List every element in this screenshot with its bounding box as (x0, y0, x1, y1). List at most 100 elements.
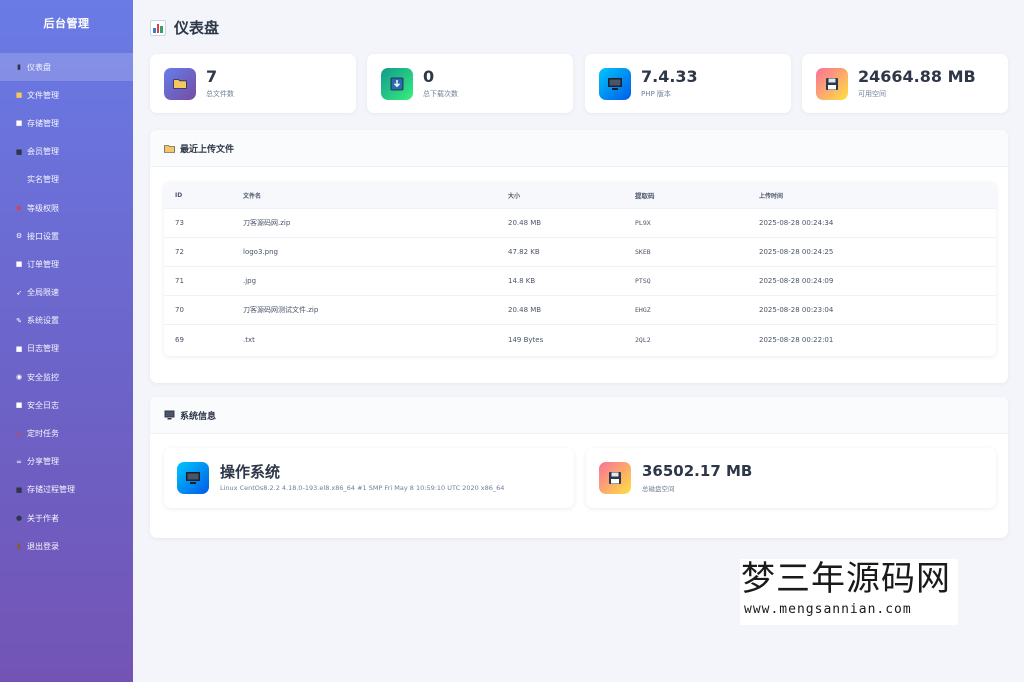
document-icon: ■ (15, 401, 23, 410)
stat-label: 总文件数 (206, 89, 234, 98)
table-cell: logo3.png (243, 248, 278, 256)
column-header: ID (175, 191, 183, 199)
floppy-disk-icon (599, 462, 631, 494)
table-cell: 2QL2 (635, 335, 651, 344)
page-title: 仪表盘 (150, 17, 219, 38)
bar-chart-icon (150, 19, 166, 36)
monitor-icon (599, 67, 631, 100)
sidebar-item-12[interactable]: ■ 安全日志 (0, 391, 133, 419)
sidebar-item-13[interactable]: ◷ 定时任务 (0, 419, 133, 447)
alarm-clock-icon: ◷ (15, 429, 23, 438)
sidebar-item-7[interactable]: ■ 订单管理 (0, 250, 133, 278)
sidebar-brand: 后台管理 (43, 17, 90, 30)
sidebar-item-8[interactable]: ➶ 全局限速 (0, 279, 133, 307)
watermark-title: 梦三年源码网 (741, 559, 951, 599)
table-cell: 14.8 KB (508, 277, 536, 285)
floppy-disk-icon (816, 67, 848, 100)
table-cell: 2025-08-28 00:24:34 (759, 219, 834, 227)
sidebar-item-label: 存储管理 (27, 118, 59, 128)
sidebar-item-label: 安全日志 (27, 400, 59, 410)
sidebar-item-11[interactable]: ◉ 安全监控 (0, 363, 133, 391)
table-cell: 69 (175, 335, 184, 344)
table-cell: 刀客源码网.zip (243, 219, 291, 227)
sidebar-item-label: 全局限速 (27, 288, 59, 298)
sidebar-item-9[interactable]: ✎ 系统设置 (0, 307, 133, 335)
author-icon: ● (15, 514, 23, 523)
table-row[interactable]: 70 刀客源码网测试文件.zip 20.48 MB EHGZ 2025-08-28 00… (164, 296, 996, 325)
shield-icon: ◆ (16, 204, 22, 213)
sidebar-item-4[interactable]: ✓ 实名管理 (0, 166, 133, 194)
table-cell: 2025-08-28 00:23:04 (759, 306, 834, 314)
table-cell: 刀客源码网测试文件.zip (243, 306, 319, 314)
sidebar-item-label: 安全监控 (27, 372, 59, 382)
stat-card: 24664.88 MB 可用空间 (802, 54, 1008, 113)
sidebar-item-label: 仪表盘 (27, 62, 51, 72)
sidebar-item-label: 退出登录 (27, 541, 59, 551)
computer-icon: ■ (15, 485, 23, 494)
sidebar-item-5[interactable]: ◆ 等级权限 (0, 194, 133, 222)
recent-files-title: 最近上传文件 (180, 144, 235, 155)
recent-files-panel: 最近上传文件 ID 文件名 大小 提取码 上传时间 73 刀客源码网.zip 20.48 M… (150, 130, 1008, 383)
sidebar-item-14[interactable]: ∞ 分享管理 (0, 448, 133, 476)
disk-info-card: 36502.17 MB 总磁盘空间 (586, 448, 996, 508)
watermark: 梦三年源码网 www.mengsannian.com (740, 559, 958, 625)
sidebar-item-1[interactable]: ■ 文件管理 (0, 81, 133, 109)
system-info-panel: 系统信息 操作系统 Linux CentOs8.2.2 4.18.0-193.e… (150, 397, 1008, 538)
page-title-text: 仪表盘 (174, 19, 220, 37)
folder-icon (164, 144, 175, 153)
link-icon: ∞ (16, 457, 22, 466)
sidebar-item-17[interactable]: ▮ 退出登录 (0, 532, 133, 560)
sidebar-item-label: 分享管理 (27, 457, 59, 467)
recent-files-header: 最近上传文件 (150, 130, 1008, 167)
sidebar-item-10[interactable]: ■ 日志管理 (0, 335, 133, 363)
storage-icon: ■ (15, 119, 23, 128)
table-cell: 71 (175, 277, 184, 285)
os-info-card: 操作系统 Linux CentOs8.2.2 4.18.0-193.el8.x8… (164, 448, 574, 508)
sidebar-item-0[interactable]: ▮ 仪表盘 (0, 53, 133, 82)
door-icon: ▮ (17, 542, 21, 551)
disk-total: 36502.17 MB (642, 461, 753, 480)
sidebar-item-label: 存储过程管理 (27, 485, 75, 495)
sidebar-item-label: 会员管理 (27, 147, 59, 157)
table-row[interactable]: 72 logo3.png 47.82 KB SKEB 2025-08-28 00:24:… (164, 238, 996, 267)
stat-value: 7 (206, 67, 218, 87)
watermark-url: www.mengsannian.com (744, 602, 912, 617)
sidebar-item-label: 接口设置 (27, 231, 59, 241)
table-row[interactable]: 73 刀客源码网.zip 20.48 MB PL9X 2025-08-28 00:24:… (164, 209, 996, 238)
column-header: 文件名 (243, 192, 262, 200)
table-cell: .jpg (243, 277, 257, 285)
sidebar-item-label: 关于作者 (27, 513, 59, 523)
table-cell: 2025-08-28 00:24:25 (759, 248, 834, 256)
column-header: 提取码 (635, 192, 655, 200)
disk-label: 总磁盘空间 (642, 485, 675, 494)
sidebar-item-label: 定时任务 (27, 429, 59, 439)
log-icon: ■ (15, 344, 23, 353)
table-row[interactable]: 71 .jpg 14.8 KB PTSQ 2025-08-28 00:24:09 (164, 267, 996, 296)
gear-icon: ⚙ (15, 232, 23, 241)
stat-value: 0 (423, 67, 435, 87)
stat-label: 总下载次数 (423, 89, 458, 98)
table-cell: 2025-08-28 00:24:09 (759, 277, 834, 285)
sidebar-item-label: 日志管理 (27, 344, 59, 354)
bar-chart-icon: ▮ (17, 63, 21, 72)
table-cell: 70 (175, 306, 184, 314)
table-row[interactable]: 69 .txt 149 Bytes 2QL2 2025-08-28 00:22:01 (164, 325, 996, 354)
sidebar-item-16[interactable]: ● 关于作者 (0, 504, 133, 532)
table-cell: 72 (175, 248, 184, 256)
table-cell: .txt (243, 335, 255, 344)
sidebar-item-15[interactable]: ■ 存储过程管理 (0, 476, 133, 504)
system-info-title: 系统信息 (180, 411, 217, 422)
sidebar-nav: ▮ 仪表盘 ■ 文件管理 ■ 存储管理 ■ 会员管理 ✓ 实名管理 ◆ 等级权限 ⚙ 接口设置 ■ 订单管理 ➶… (0, 53, 133, 560)
sidebar-item-3[interactable]: ■ 会员管理 (0, 138, 133, 166)
sidebar-item-label: 实名管理 (27, 175, 59, 185)
sidebar-item-2[interactable]: ■ 存储管理 (0, 109, 133, 137)
monitor-icon (164, 410, 175, 420)
table-cell: PTSQ (635, 277, 651, 285)
sidebar-item-6[interactable]: ⚙ 接口设置 (0, 222, 133, 250)
sidebar-item-label: 订单管理 (27, 259, 59, 269)
pencil-icon: ✎ (16, 316, 22, 325)
sidebar-item-label: 文件管理 (27, 90, 59, 100)
table-cell: 20.48 MB (508, 306, 542, 314)
folder-icon: ■ (15, 91, 23, 100)
table-header: ID 文件名 大小 提取码 上传时间 (164, 182, 996, 209)
